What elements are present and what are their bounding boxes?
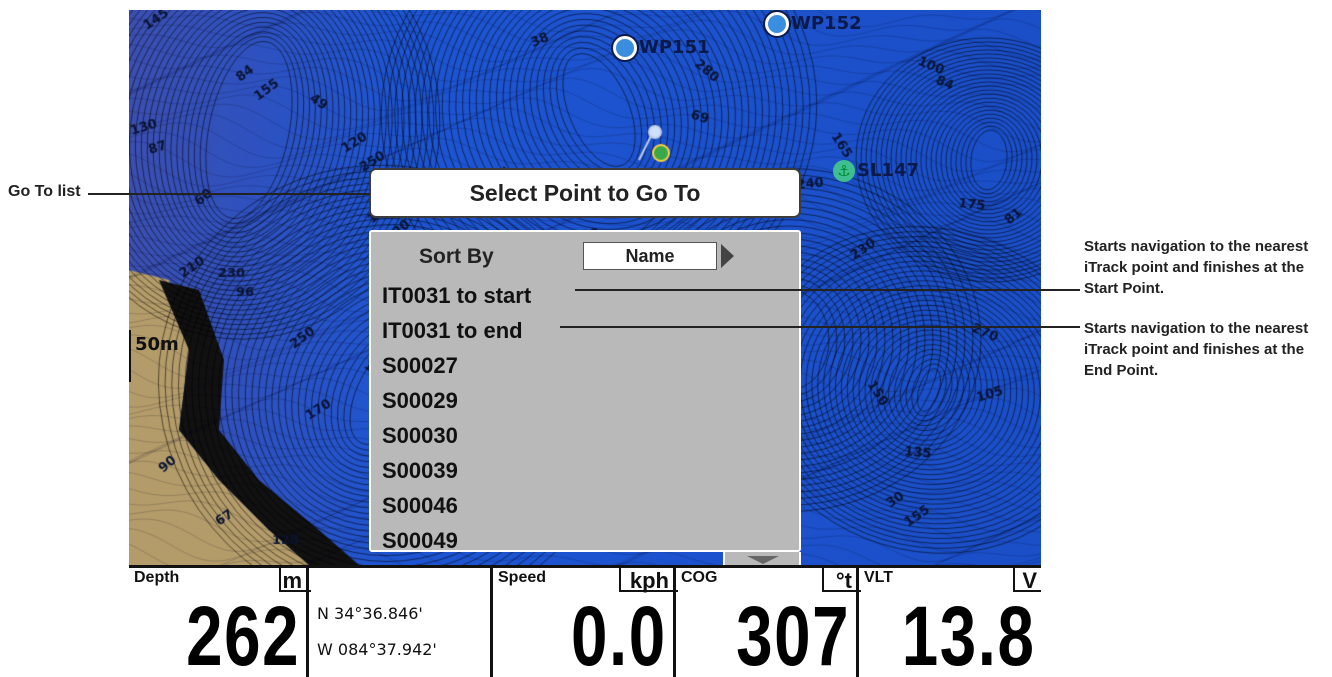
position-cell: N 34°36.846' W 084°37.942'	[309, 568, 493, 677]
dialog-title-text: Select Point to Go To	[469, 179, 701, 206]
callout-end: Starts navigation to the nearest iTrack …	[1084, 320, 1309, 379]
waypoint-icon	[613, 36, 637, 60]
list-item[interactable]: S00030	[382, 418, 531, 453]
vlt-cell: VLT V 13.8	[859, 568, 1041, 677]
list-item[interactable]: S00027	[382, 348, 531, 383]
sort-by-select[interactable]: Name	[583, 242, 717, 270]
waypoint-label: SL147	[857, 160, 920, 181]
list-item[interactable]: S00029	[382, 383, 531, 418]
dialog-title: Select Point to Go To	[369, 168, 801, 218]
speed-label: Speed	[498, 569, 547, 586]
list-item[interactable]: IT0031 to end	[382, 313, 531, 348]
waypoint-label: WP151	[639, 37, 710, 58]
sort-by-label: Sort By	[419, 245, 494, 268]
chevron-right-icon[interactable]	[721, 244, 734, 268]
anchor-icon: ⚓	[833, 160, 855, 182]
point-list: IT0031 to start IT0031 to end S00027 S00029…	[382, 278, 531, 558]
device-screen: WP151 WP152 ⚓ SL147 50m Select Point to G…	[129, 10, 1041, 677]
depth-value: 262	[185, 589, 300, 677]
list-item[interactable]: IT0031 to start	[382, 278, 531, 313]
waypoint-sl147[interactable]: ⚓ SL147	[833, 160, 919, 182]
scale-label: 50m	[135, 334, 179, 355]
list-item[interactable]: S00046	[382, 488, 531, 523]
leader-line	[560, 326, 1080, 328]
list-item[interactable]: S00049	[382, 523, 531, 558]
depth-label: Depth	[134, 569, 180, 586]
leader-line	[575, 289, 1080, 291]
cog-cell: COG °t 307	[676, 568, 861, 677]
map-scale: 50m	[129, 330, 179, 382]
chevron-down-icon	[747, 556, 779, 564]
latitude: N 34°36.846'	[317, 604, 423, 623]
callout-start: Starts navigation to the nearest iTrack …	[1084, 238, 1309, 297]
depth-cell: Depth m 262	[129, 568, 311, 677]
waypoint-wp151[interactable]: WP151	[613, 36, 710, 60]
vlt-value: 13.8	[901, 589, 1035, 677]
speed-cell: Speed kph 0.0	[493, 568, 678, 677]
speed-value: 0.0	[571, 589, 667, 677]
sort-by-row[interactable]: Sort By Name	[381, 242, 791, 270]
go-to-list[interactable]: Sort By Name IT0031 to start IT0031 to en…	[369, 230, 801, 553]
list-item[interactable]: S00039	[382, 453, 531, 488]
waypoint-label: WP152	[791, 13, 862, 34]
callout-go-to-list: Go To list	[8, 183, 81, 200]
longitude: W 084°37.942'	[317, 640, 437, 659]
vlt-label: VLT	[864, 569, 894, 586]
cog-label: COG	[681, 569, 718, 586]
waypoint-icon	[765, 12, 789, 36]
data-bar: Depth m 262 N 34°36.846' W 084°37.942' S…	[129, 565, 1041, 677]
leader-line	[88, 193, 370, 195]
waypoint-wp152[interactable]: WP152	[765, 12, 862, 36]
cog-value: 307	[735, 589, 850, 677]
